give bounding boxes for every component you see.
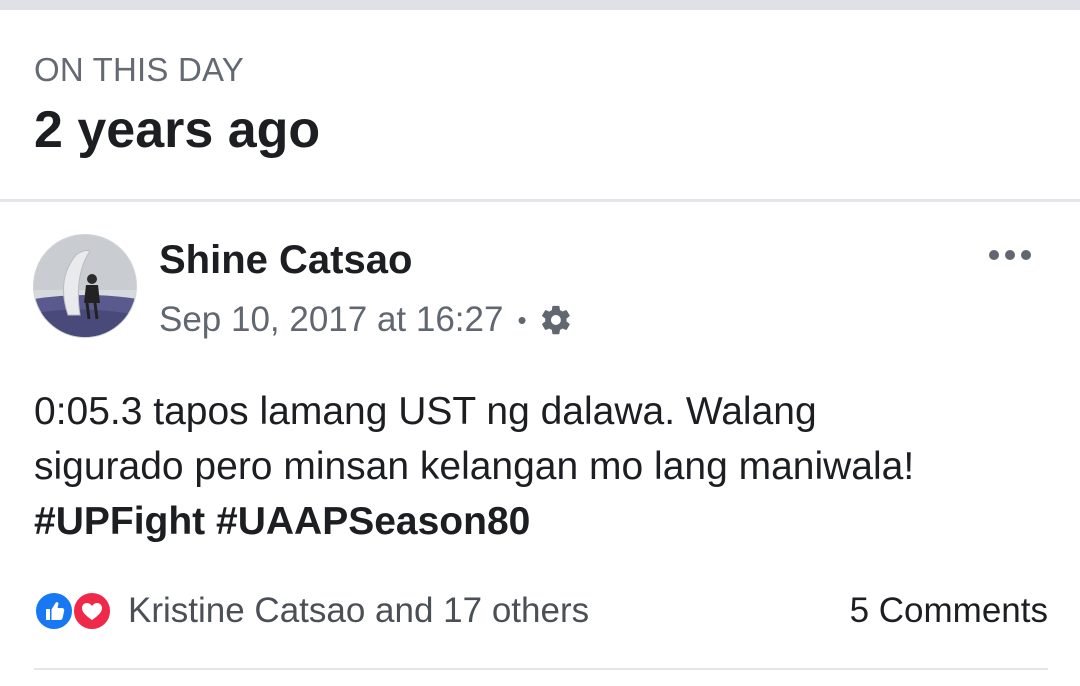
- post-body: 0:05.3 tapos lamang UST ng dalawa. Walan…: [34, 384, 1054, 549]
- gear-icon[interactable]: [539, 303, 573, 337]
- comments-count-link[interactable]: 5 Comments: [850, 591, 1048, 631]
- bottom-divider: [34, 668, 1048, 670]
- more-dot: [989, 250, 999, 260]
- top-strip: [0, 0, 1080, 10]
- more-dot: [1005, 250, 1015, 260]
- meta-separator: •: [517, 304, 527, 335]
- memory-header: ON THIS DAY 2 years ago: [34, 50, 320, 159]
- avatar[interactable]: [33, 234, 137, 338]
- post-timestamp[interactable]: Sep 10, 2017 at 16:27: [159, 300, 503, 340]
- more-options-icon[interactable]: [982, 240, 1038, 270]
- reaction-icons[interactable]: [34, 591, 116, 631]
- post-author-name[interactable]: Shine Catsao: [159, 235, 412, 285]
- love-icon: [72, 591, 112, 631]
- memory-kicker: ON THIS DAY: [34, 51, 245, 88]
- avatar-photo: [34, 235, 136, 337]
- more-dot: [1021, 250, 1031, 260]
- reactions-bar: Kristine Catsao and 17 others 5 Comments: [34, 588, 1048, 634]
- post-hashtags: #UPFight #UAAPSeason80: [34, 494, 1054, 549]
- hashtag-link[interactable]: #UPFight: [34, 500, 205, 543]
- post-text-line: 0:05.3 tapos lamang UST ng dalawa. Walan…: [34, 390, 817, 433]
- post-meta: Sep 10, 2017 at 16:27 •: [159, 297, 573, 343]
- section-divider: [0, 199, 1080, 202]
- reactions-summary[interactable]: Kristine Catsao and 17 others: [128, 591, 589, 631]
- hashtag-link[interactable]: #UAAPSeason80: [216, 500, 530, 543]
- like-icon: [34, 591, 74, 631]
- post-text-line: sigurado pero minsan kelangan mo lang ma…: [34, 445, 915, 488]
- memory-title: 2 years ago: [34, 101, 321, 159]
